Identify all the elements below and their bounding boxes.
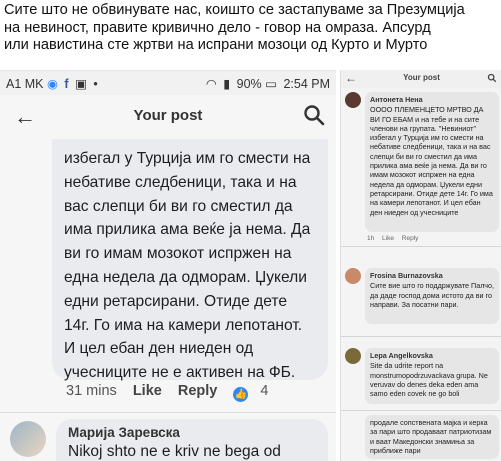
status-bar: A1 MK ◉ f ▣ • ◠ ▮ 90% ▭ 2:54 PM (0, 71, 336, 95)
reply-button[interactable]: Reply (178, 383, 218, 399)
reply-author[interactable]: Марија Заревска (68, 425, 316, 440)
comment-actions: 1h Like Reply (367, 235, 424, 242)
comment-actions: 31 mins Like Reply 👍 4 (66, 383, 292, 402)
phone-screenshot-side: ← Your post Антонета Нена ОООО ПЛЕМЕНЦЕТ… (340, 70, 501, 461)
thumbs-up-icon: 👍 (233, 387, 249, 402)
wifi-icon: ◠ (205, 77, 217, 91)
avatar[interactable] (10, 421, 46, 457)
comment-text: продале сопствената мајка и керка за пар… (370, 418, 492, 455)
comment-text: Сите вие што го поддржувате Палчо, да да… (370, 281, 494, 309)
messenger-icon: ◉ (47, 77, 58, 91)
divider (0, 412, 336, 413)
comment-text: Site da udrite report na monstrumopodrzu… (370, 361, 488, 399)
reaction-summary[interactable]: 👍 4 (233, 383, 280, 402)
status-left: A1 MK ◉ f ▣ • (6, 76, 101, 91)
reply-text: Nikoj shto ne e kriv ne bega od (68, 443, 281, 460)
reaction-count: 4 (260, 383, 269, 399)
comment-author[interactable]: Антонета Нена (370, 95, 494, 104)
comment-bubble: Frosina Burnazovska Сите вие што го подд… (365, 268, 499, 324)
comment-text: ОООО ПЛЕМЕНЦЕТО МРТВО ДА ВИ ГО ЕБАМ и на… (370, 105, 493, 217)
search-icon[interactable] (487, 73, 497, 83)
comment-author[interactable]: Lepa Angelkovska (370, 351, 494, 360)
more-icon: • (93, 77, 98, 91)
phone-screenshot-main: A1 MK ◉ f ▣ • ◠ ▮ 90% ▭ 2:54 PM ← Your p… (0, 70, 336, 461)
facebook-icon: f (64, 77, 69, 91)
comment-bubble: продале сопствената мајка и керка за пар… (365, 415, 499, 459)
comment-text: избегал у Турција им го смести на небати… (64, 150, 311, 382)
side-page-title: Your post (403, 73, 440, 82)
caption-line-1: Сите што не обвинувате нас, коишто се за… (4, 2, 465, 18)
comment-time: 1h (367, 235, 375, 242)
page-title: Your post (133, 107, 203, 124)
avatar[interactable] (345, 348, 361, 364)
comment-bubble: Lepa Angelkovska Site da udrite report n… (365, 348, 499, 404)
app-bar: ← Your post (0, 95, 336, 139)
signal-icon: ▮ (223, 77, 231, 91)
comment-bubble: Антонета Нена ОООО ПЛЕМЕНЦЕТО МРТВО ДА В… (365, 92, 499, 232)
like-button[interactable]: Like (382, 235, 394, 242)
caption-line-3: или навистина сте жртви на испрани мозоц… (4, 37, 428, 53)
status-right: ◠ ▮ 90% ▭ 2:54 PM (206, 76, 330, 91)
image-icon: ▣ (75, 77, 87, 91)
like-button[interactable]: Like (133, 383, 162, 399)
battery-level: 90% (236, 77, 262, 91)
caption-line-2: на невиност, правите кривично дело - гов… (4, 19, 431, 36)
divider (341, 336, 501, 337)
search-icon[interactable] (302, 103, 326, 127)
post-caption: Сите што не обвинувате нас, коишто се за… (4, 2, 498, 55)
reply-button[interactable]: Reply (402, 235, 419, 242)
avatar[interactable] (345, 268, 361, 284)
comment-bubble: избегал у Турција им го смести на небати… (52, 139, 328, 381)
carrier-label: A1 MK (6, 77, 44, 91)
avatar[interactable] (345, 92, 361, 108)
side-app-bar: ← Your post (341, 70, 501, 88)
reply-bubble: Марија Заревска Nikoj shto ne e kriv ne … (56, 419, 328, 461)
status-time: 2:54 PM (283, 77, 330, 91)
comment-author[interactable]: Frosina Burnazovska (370, 271, 494, 280)
divider (341, 410, 501, 411)
battery-icon: ▭ (265, 77, 277, 91)
divider (341, 246, 501, 247)
comment-time: 31 mins (66, 383, 117, 399)
